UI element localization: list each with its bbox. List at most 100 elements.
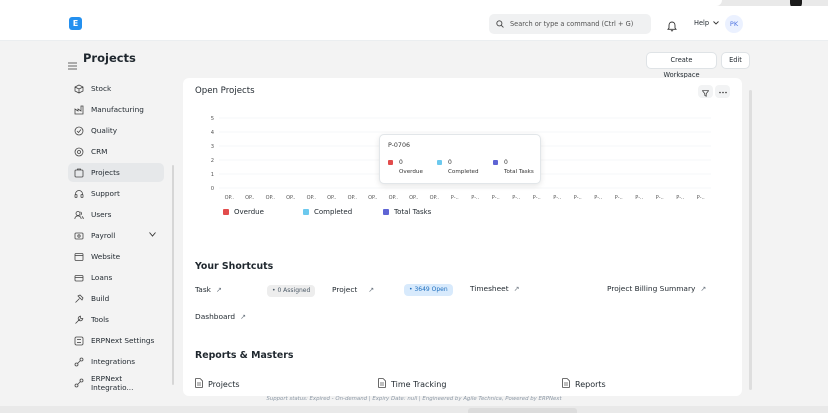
sidebar-item-quality[interactable]: Quality bbox=[68, 121, 164, 140]
sidebar-item-label: Loans bbox=[91, 273, 113, 282]
x-tick-label: P-.. bbox=[697, 195, 705, 201]
task-assigned-badge[interactable]: • 0 Assigned bbox=[267, 285, 316, 297]
users-icon bbox=[74, 210, 84, 220]
project-open-badge[interactable]: • 3649 Open bbox=[404, 284, 453, 296]
loans-icon bbox=[74, 273, 84, 283]
sidebar-toggle-icon[interactable] bbox=[68, 55, 77, 74]
y-tick-label: 4 bbox=[211, 130, 215, 136]
sidebar-scrollbar[interactable] bbox=[172, 165, 174, 385]
tooltip-label: Completed bbox=[448, 169, 479, 175]
overdue-swatch bbox=[388, 160, 393, 165]
x-tick-label: OP.. bbox=[430, 195, 440, 201]
report-card-label: Time Tracking bbox=[391, 379, 447, 389]
settings-icon bbox=[74, 336, 84, 346]
file-icon bbox=[195, 378, 203, 390]
y-tick-label: 3 bbox=[211, 144, 214, 150]
x-tick-label: OP.. bbox=[389, 195, 399, 201]
help-label: Help bbox=[694, 19, 710, 27]
sidebar-item-label: Projects bbox=[91, 168, 120, 177]
integrations-icon bbox=[74, 357, 84, 367]
shortcuts-title: Your Shortcuts bbox=[195, 261, 274, 272]
file-icon bbox=[378, 378, 386, 390]
shortcut-task[interactable]: Task ↗ bbox=[195, 285, 222, 294]
legend-label: Overdue bbox=[234, 208, 264, 216]
user-avatar[interactable]: PK bbox=[725, 15, 743, 33]
sidebar-item-build[interactable]: Build bbox=[68, 289, 164, 308]
shortcut-project[interactable]: Project ↗ bbox=[332, 285, 374, 294]
main-scrollbar[interactable] bbox=[749, 90, 752, 390]
sidebar-item-payroll[interactable]: Payroll bbox=[68, 226, 164, 245]
tools-icon bbox=[74, 315, 84, 325]
y-tick-label: 5 bbox=[211, 116, 214, 122]
page-title: Projects bbox=[83, 51, 136, 65]
build-icon bbox=[74, 294, 84, 304]
sidebar-item-loans[interactable]: Loans bbox=[68, 268, 164, 287]
workspace-content: Open Projects 0 1 2 3 4 5 OP.. OP.. OP.. OP.. OP..… bbox=[183, 78, 742, 396]
sidebar-item-support[interactable]: Support bbox=[68, 184, 164, 203]
search-input[interactable] bbox=[510, 20, 645, 28]
x-tick-label: OP.. bbox=[286, 195, 296, 201]
sidebar-item-website[interactable]: Website bbox=[68, 247, 164, 266]
completed-swatch bbox=[437, 160, 442, 165]
payroll-icon bbox=[74, 231, 84, 241]
app-logo[interactable]: E bbox=[69, 17, 82, 30]
legend-label: Completed bbox=[314, 208, 353, 216]
arrow-up-right-icon: ↗ bbox=[700, 284, 707, 293]
sidebar-item-manufacturing[interactable]: Manufacturing bbox=[68, 100, 164, 119]
bell-icon[interactable] bbox=[667, 17, 677, 36]
legend-item-completed[interactable]: Completed bbox=[303, 208, 352, 216]
shortcut-label: Timesheet bbox=[470, 284, 509, 293]
navbar: E Help PK bbox=[0, 6, 828, 41]
edit-button[interactable]: Edit bbox=[721, 52, 750, 69]
chart-tooltip: P-0706 0 Overdue 0 Completed 0 Total Tas… bbox=[379, 134, 541, 184]
help-dropdown[interactable]: Help bbox=[694, 19, 719, 27]
x-tick-label: OP.. bbox=[409, 195, 419, 201]
sidebar-item-erpnext-integrations[interactable]: ERPNext Integratio... bbox=[68, 373, 164, 392]
sidebar-item-projects[interactable]: Projects bbox=[68, 163, 164, 182]
x-tick-label: P-.. bbox=[512, 195, 520, 201]
chevron-down-icon[interactable] bbox=[149, 232, 156, 237]
awesomebar[interactable] bbox=[489, 14, 651, 34]
sidebar-item-label: Integrations bbox=[91, 357, 136, 366]
tooltip-title: P-0706 bbox=[388, 142, 410, 149]
tooltip-label: Overdue bbox=[399, 169, 423, 175]
overdue-legend-swatch bbox=[223, 209, 229, 215]
x-tick-label: P-.. bbox=[574, 195, 582, 201]
tooltip-value: 0 bbox=[448, 159, 452, 166]
report-card-projects[interactable]: Projects bbox=[195, 378, 240, 390]
shortcut-label: Project bbox=[332, 285, 358, 294]
sidebar-item-erpnext-settings[interactable]: ERPNext Settings bbox=[68, 331, 164, 350]
taskbar-item[interactable] bbox=[468, 408, 577, 413]
shortcut-dashboard[interactable]: Dashboard ↗ bbox=[195, 312, 246, 321]
sidebar-item-stock[interactable]: Stock bbox=[68, 79, 164, 98]
sidebar-item-users[interactable]: Users bbox=[68, 205, 164, 224]
x-tick-label: OP.. bbox=[245, 195, 255, 201]
x-tick-label: P-.. bbox=[492, 195, 500, 201]
sidebar-item-label: Manufacturing bbox=[91, 105, 144, 114]
create-workspace-button[interactable]: Create Workspace bbox=[646, 52, 717, 79]
sidebar-item-label: Build bbox=[91, 294, 110, 303]
shortcut-project-billing-summary[interactable]: Project Billing Summary ↗ bbox=[607, 284, 706, 293]
report-card-time-tracking[interactable]: Time Tracking bbox=[378, 378, 446, 390]
total-tasks-legend-swatch bbox=[383, 209, 389, 215]
shortcut-label: Task bbox=[195, 285, 211, 294]
sidebar-item-integrations[interactable]: Integrations bbox=[68, 352, 164, 371]
sidebar-item-label: Quality bbox=[91, 126, 118, 135]
legend-item-overdue[interactable]: Overdue bbox=[223, 208, 264, 216]
manufacturing-icon bbox=[74, 105, 84, 115]
arrow-up-right-icon: ↗ bbox=[368, 285, 375, 294]
chart-options-button[interactable] bbox=[715, 85, 730, 98]
sidebar-item-crm[interactable]: CRM bbox=[68, 142, 164, 161]
filter-button[interactable] bbox=[698, 85, 713, 98]
legend-item-total-tasks[interactable]: Total Tasks bbox=[383, 208, 431, 216]
sidebar-item-label: ERPNext Settings bbox=[91, 336, 155, 345]
quality-icon bbox=[74, 126, 84, 136]
open-projects-title: Open Projects bbox=[195, 86, 255, 96]
sidebar-item-label: Tools bbox=[91, 315, 109, 324]
website-icon bbox=[74, 252, 84, 262]
shortcut-label: Dashboard bbox=[195, 312, 236, 321]
sidebar-item-tools[interactable]: Tools bbox=[68, 310, 164, 329]
report-card-reports[interactable]: Reports bbox=[562, 378, 606, 390]
x-tick-label: OP.. bbox=[307, 195, 317, 201]
shortcut-timesheet[interactable]: Timesheet ↗ bbox=[470, 284, 520, 293]
